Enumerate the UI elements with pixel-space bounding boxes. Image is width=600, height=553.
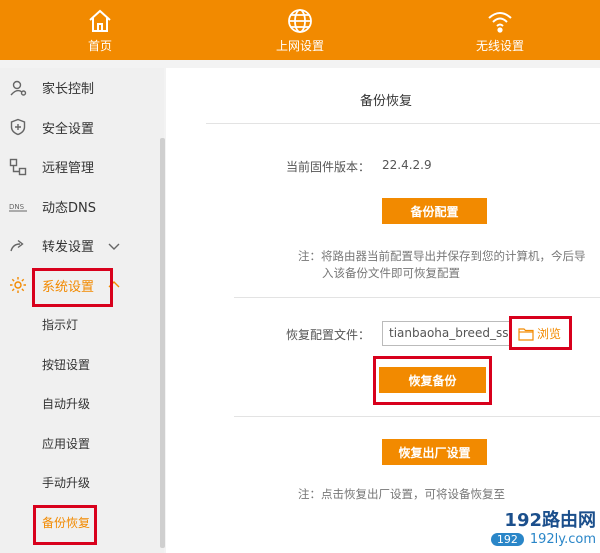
globe-icon bbox=[288, 8, 312, 33]
watermark-title: 192路由网 bbox=[504, 510, 596, 531]
nav-home-label: 首页 bbox=[87, 38, 112, 53]
nav-home[interactable]: 首页 bbox=[0, 0, 200, 60]
watermark-badge: 192 bbox=[490, 533, 524, 546]
browse-label: 浏览 bbox=[537, 327, 562, 341]
site-watermark: 192路由网 192 192ly.com bbox=[490, 506, 596, 547]
watermark-url: 192ly.com bbox=[529, 532, 596, 547]
factory-reset-button[interactable]: 恢复出厂设置 bbox=[382, 439, 487, 465]
title-divider bbox=[206, 123, 600, 124]
chevron-down-icon bbox=[108, 243, 120, 250]
sidebar-item-label: 动态DNS bbox=[42, 200, 96, 216]
top-navigation: 首页 上网设置 无线设置 bbox=[0, 0, 600, 60]
sidebar-item-dynamic-dns[interactable]: DNS 动态DNS bbox=[0, 187, 164, 227]
nav-wireless-label: 无线设置 bbox=[475, 38, 524, 53]
sidebar-scrollbar[interactable] bbox=[160, 138, 165, 548]
submenu-item-backup-restore[interactable]: 备份恢复 bbox=[0, 502, 164, 542]
section-divider-2 bbox=[234, 416, 600, 417]
backup-config-button[interactable]: 备份配置 bbox=[382, 198, 487, 224]
sidebar: 家长控制 安全设置 远程管理 DNS 动态DNS 转发设置 系统设置 指示灯 按… bbox=[0, 68, 164, 553]
dns-icon: DNS bbox=[8, 196, 28, 216]
submenu-item-app-settings[interactable]: 应用设置 bbox=[0, 423, 164, 463]
sidebar-item-remote-management[interactable]: 远程管理 bbox=[0, 147, 164, 187]
parental-control-icon bbox=[8, 78, 28, 98]
sidebar-item-label: 远程管理 bbox=[42, 161, 95, 177]
backup-note-line1: 注：将路由器当前配置导出并保存到您的计算机，今后导 bbox=[298, 249, 586, 263]
shield-icon bbox=[8, 117, 28, 137]
restore-file-label: 恢复配置文件： bbox=[286, 328, 371, 342]
sidebar-item-label: 安全设置 bbox=[42, 121, 95, 137]
main-panel: 备份恢复 当前固件版本： 22.4.2.9 备份配置 注：将路由器当前配置导出并… bbox=[166, 68, 600, 553]
dns-icon-text: DNS bbox=[9, 203, 25, 211]
folder-icon bbox=[518, 327, 534, 341]
factory-reset-note: 注：点击恢复出厂设置，可将设备恢复至 bbox=[298, 487, 505, 501]
sidebar-item-label: 转发设置 bbox=[42, 240, 95, 256]
submenu-item-indicator-light[interactable]: 指示灯 bbox=[0, 305, 164, 345]
chevron-up-icon bbox=[108, 281, 120, 288]
firmware-version-value: 22.4.2.9 bbox=[382, 158, 432, 172]
submenu-item-auto-upgrade[interactable]: 自动升级 bbox=[0, 384, 164, 424]
sidebar-item-forwarding[interactable]: 转发设置 bbox=[0, 226, 164, 266]
sidebar-item-system-settings[interactable]: 系统设置 bbox=[0, 266, 164, 306]
gear-icon bbox=[8, 275, 28, 295]
nav-internet-label: 上网设置 bbox=[275, 38, 324, 53]
nav-internet-settings[interactable]: 上网设置 bbox=[200, 0, 400, 60]
restore-backup-button[interactable]: 恢复备份 bbox=[379, 367, 486, 393]
home-icon bbox=[89, 9, 111, 32]
submenu-item-button-settings[interactable]: 按钮设置 bbox=[0, 344, 164, 384]
firmware-version-label: 当前固件版本： bbox=[286, 160, 371, 174]
system-settings-submenu: 指示灯 按钮设置 自动升级 应用设置 手动升级 备份恢复 bbox=[0, 305, 164, 542]
sidebar-item-parental-control[interactable]: 家长控制 bbox=[0, 68, 164, 108]
section-divider-1 bbox=[234, 297, 600, 298]
nav-wireless-settings[interactable]: 无线设置 bbox=[400, 0, 600, 60]
wifi-icon bbox=[488, 11, 512, 33]
submenu-item-manual-upgrade[interactable]: 手动升级 bbox=[0, 463, 164, 503]
sidebar-item-security[interactable]: 安全设置 bbox=[0, 108, 164, 148]
backup-note-line2: 入该备份文件即可恢复配置 bbox=[322, 266, 460, 280]
sidebar-item-label: 系统设置 bbox=[42, 279, 95, 295]
browse-button[interactable]: 浏览 bbox=[518, 325, 561, 342]
backup-note: 注：将路由器当前配置导出并保存到您的计算机，今后导 入该备份文件即可恢复配置 bbox=[298, 248, 598, 282]
restore-file-input[interactable]: tianbaoha_breed_ssh bbox=[382, 321, 512, 346]
page-title: 备份恢复 bbox=[359, 94, 412, 109]
remote-management-icon bbox=[8, 157, 28, 177]
sidebar-item-label: 家长控制 bbox=[42, 82, 95, 98]
forward-icon bbox=[8, 236, 28, 256]
